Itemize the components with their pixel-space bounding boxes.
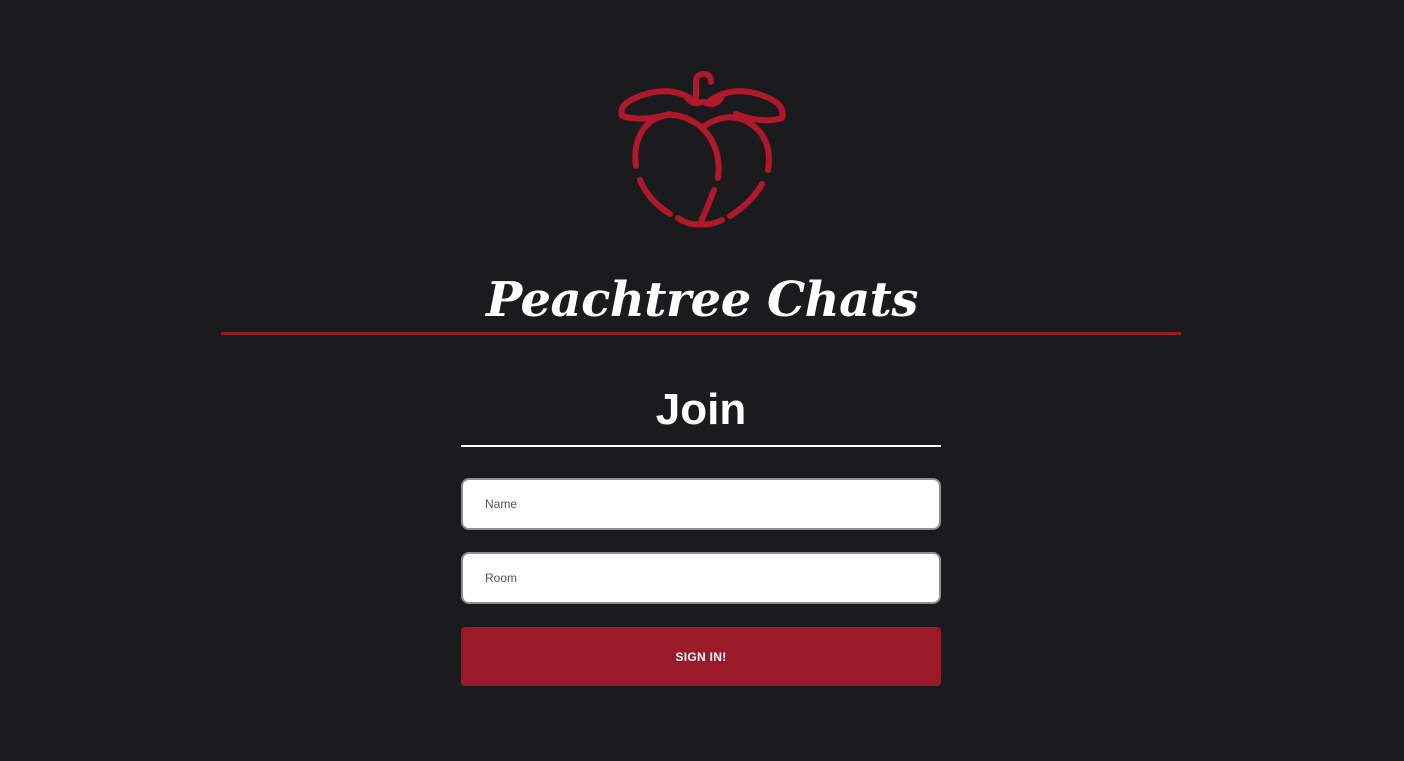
app-title: Peachtree Chats (486, 272, 918, 328)
join-heading: Join (655, 385, 747, 434)
peach-icon (618, 71, 786, 228)
name-input[interactable] (461, 478, 941, 530)
title-divider (221, 332, 1181, 335)
sign-in-button[interactable]: SIGN IN! (461, 627, 941, 686)
room-input[interactable] (461, 552, 941, 604)
join-divider (461, 445, 941, 447)
